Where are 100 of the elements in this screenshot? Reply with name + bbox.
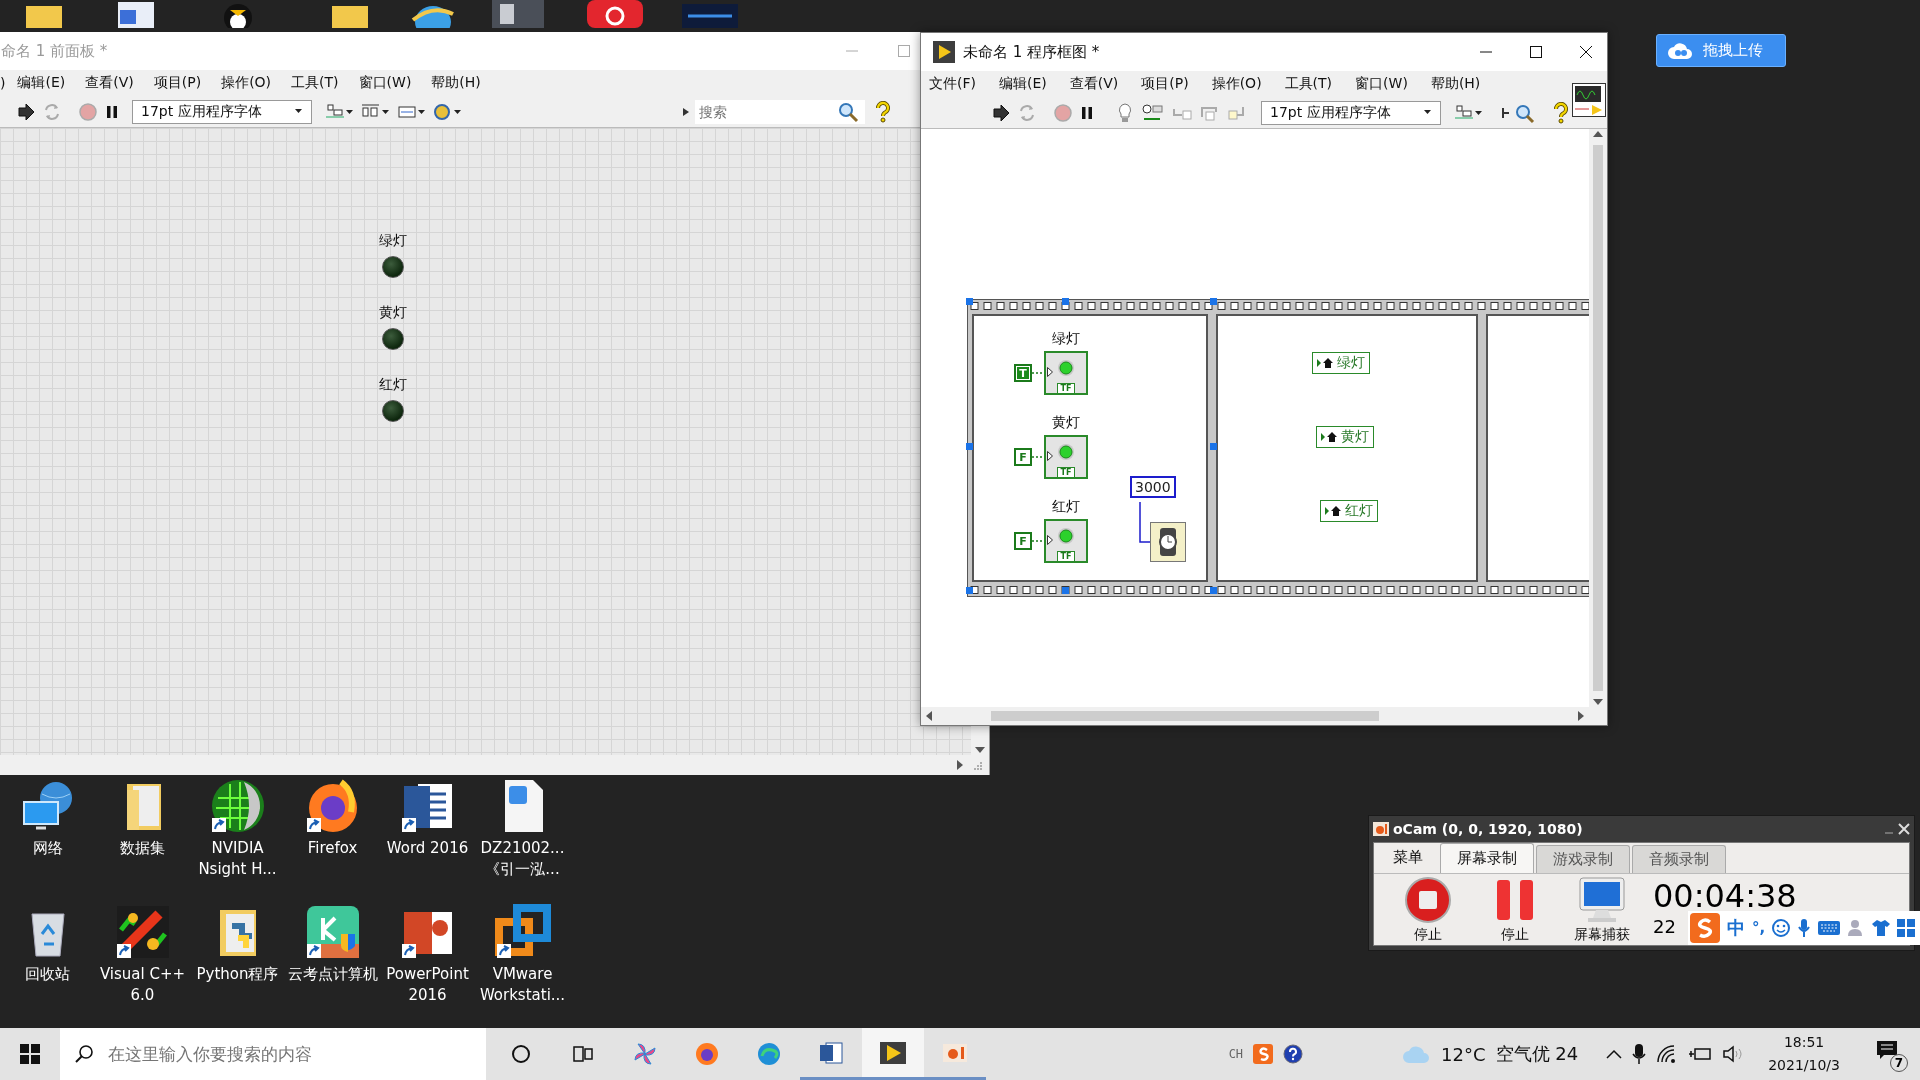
boolean-constant[interactable]: F	[1014, 448, 1032, 466]
font-dropdown[interactable]: 17pt 应用程序字体	[132, 99, 312, 124]
selection-handle[interactable]	[1210, 298, 1217, 305]
sequence-structure[interactable]: T 绿灯 TF F 黄灯 TF F 红灯 TF 3000 绿灯 黄灯 红灯	[967, 299, 1589, 597]
app-icon[interactable]	[490, 0, 546, 28]
selection-handle[interactable]	[966, 443, 973, 450]
retain-wire-values-icon[interactable]	[1141, 102, 1165, 123]
shortcut-icon[interactable]	[494, 904, 551, 960]
menu-item[interactable]: 查看(V)	[85, 74, 134, 92]
boolean-constant[interactable]: T	[1014, 364, 1032, 382]
maximize-icon[interactable]	[1529, 45, 1543, 59]
font-dropdown[interactable]: 17pt 应用程序字体	[1261, 100, 1441, 125]
monitor-icon[interactable]	[1577, 875, 1626, 924]
pinwheel-icon[interactable]	[632, 1041, 658, 1067]
desktop-icon-label[interactable]: Visual C++ 6.0	[95, 964, 190, 1006]
keyboard-icon[interactable]	[1818, 921, 1841, 935]
desktop-icon-label[interactable]: PowerPoint 2016	[380, 964, 475, 1006]
vi-icon[interactable]	[1572, 82, 1606, 117]
taskbar-app-button[interactable]	[862, 1028, 924, 1080]
firefox-icon[interactable]	[694, 1041, 720, 1067]
menu-item[interactable]: )	[0, 75, 6, 91]
help-icon[interactable]	[1551, 101, 1571, 124]
app-icon[interactable]	[585, 0, 645, 28]
tab[interactable]: 游戏录制	[1536, 845, 1630, 873]
toolbar-button[interactable]: 停止	[1471, 875, 1558, 944]
grid-icon[interactable]	[1897, 919, 1916, 937]
folder-icon[interactable]	[330, 6, 370, 28]
menu-item[interactable]: 查看(V)	[1069, 75, 1119, 93]
resize-grip-icon[interactable]	[971, 759, 983, 771]
punctuation-mode[interactable]: °,	[1752, 919, 1766, 937]
menu-item[interactable]: 帮助(H)	[431, 74, 481, 92]
desktop-icon-label[interactable]: Word 2016	[380, 838, 475, 859]
labview-icon[interactable]	[879, 1039, 907, 1066]
toolbar-button[interactable]: 停止	[1384, 875, 1471, 944]
local-variable-node[interactable]: 红灯	[1320, 500, 1378, 522]
desktop-icon-label[interactable]: NVIDIA Nsight H...	[190, 838, 285, 880]
led-indicator[interactable]	[382, 256, 404, 278]
horizontal-scrollbar[interactable]	[921, 707, 1589, 725]
selection-handle[interactable]	[966, 298, 973, 305]
menu-item[interactable]: 工具(T)	[291, 74, 339, 92]
indicator-terminal[interactable]: TF	[1044, 435, 1088, 479]
menu-item[interactable]: 操作(O)	[1211, 75, 1262, 93]
tab[interactable]: 屏幕录制	[1440, 843, 1534, 873]
menu-item[interactable]: 工具(T)	[1284, 75, 1333, 93]
battery-icon[interactable]	[1688, 1046, 1713, 1062]
selection-handle[interactable]	[1062, 298, 1069, 305]
search-field[interactable]: 搜索	[695, 99, 865, 124]
led-indicator[interactable]	[382, 328, 404, 350]
edge-icon[interactable]	[756, 1041, 782, 1067]
indicator-terminal[interactable]: TF	[1044, 519, 1088, 563]
toolbar-button[interactable]: 屏幕捕获	[1558, 875, 1645, 944]
search-field[interactable]: 在这里输入你要搜索的内容	[60, 1028, 486, 1080]
selection-handle[interactable]	[1210, 443, 1217, 450]
menu-item[interactable]: 窗口(W)	[1355, 75, 1408, 93]
menu-item[interactable]: 项目(P)	[1141, 75, 1189, 93]
ime-logo-icon[interactable]	[1690, 913, 1720, 943]
desktop-icon-label[interactable]: VMware Workstati...	[475, 964, 570, 1006]
scroll-right-icon[interactable]	[955, 759, 965, 771]
menu-item[interactable]: 编辑(E)	[999, 75, 1047, 93]
ime-logo-icon[interactable]	[1253, 1044, 1274, 1064]
input-language[interactable]: CH	[1228, 1047, 1244, 1061]
windows-start-icon[interactable]	[20, 1044, 40, 1064]
chevron-up-icon[interactable]	[1606, 1049, 1623, 1059]
scroll-left-icon[interactable]	[924, 710, 934, 722]
scroll-right-icon[interactable]	[1576, 710, 1586, 722]
menu-item[interactable]: 编辑(E)	[17, 74, 66, 92]
local-variable-node[interactable]: 绿灯	[1312, 352, 1370, 374]
desktop-icon-label[interactable]: 网络	[0, 838, 95, 859]
selection-handle[interactable]	[1210, 587, 1217, 594]
air-quality[interactable]: 空气优 24	[1495, 1042, 1579, 1066]
desktop-icon-label[interactable]: Python程序	[190, 964, 285, 985]
local-variable-node[interactable]: 黄灯	[1316, 426, 1374, 448]
run-arrow-icon[interactable]	[991, 102, 1011, 123]
numeric-constant[interactable]: 3000	[1130, 476, 1176, 498]
shirt-icon[interactable]	[1872, 919, 1891, 937]
volume-icon[interactable]	[1722, 1044, 1745, 1064]
desktop-icon-label[interactable]: 云考点计算机	[285, 964, 380, 985]
menu-button[interactable]: 菜单	[1376, 847, 1440, 873]
notification-icon[interactable]	[1876, 1040, 1898, 1060]
temperature[interactable]: 12°C	[1441, 1043, 1486, 1065]
menu-item[interactable]: 文件(F)	[929, 75, 976, 93]
menu-item[interactable]: 帮助(H)	[1430, 75, 1481, 93]
close-icon[interactable]	[1579, 45, 1593, 59]
reorder-icon[interactable]	[432, 101, 462, 122]
record-stop-icon[interactable]	[1403, 875, 1452, 924]
smiley-icon[interactable]	[1772, 919, 1791, 937]
word-icon[interactable]	[818, 1039, 844, 1066]
input-mode[interactable]: 中	[1727, 916, 1745, 940]
run-arrow-icon[interactable]	[16, 101, 36, 122]
shortcut-icon[interactable]	[114, 904, 171, 960]
desktop-icon-label[interactable]: 回收站	[0, 964, 95, 985]
shortcut-icon[interactable]	[304, 904, 361, 960]
desktop-icon-label[interactable]: DZ21002... 《引一泓...	[475, 838, 570, 880]
menu-item[interactable]: 窗口(W)	[358, 74, 412, 92]
led-indicator[interactable]	[382, 400, 404, 422]
help-icon[interactable]	[873, 100, 893, 123]
microphone-icon[interactable]	[1632, 1043, 1647, 1065]
circle-icon[interactable]	[510, 1043, 532, 1065]
desktop-icon-label[interactable]: 数据集	[95, 838, 190, 859]
clock[interactable]: 18:51 2021/10/3	[1762, 1030, 1846, 1078]
